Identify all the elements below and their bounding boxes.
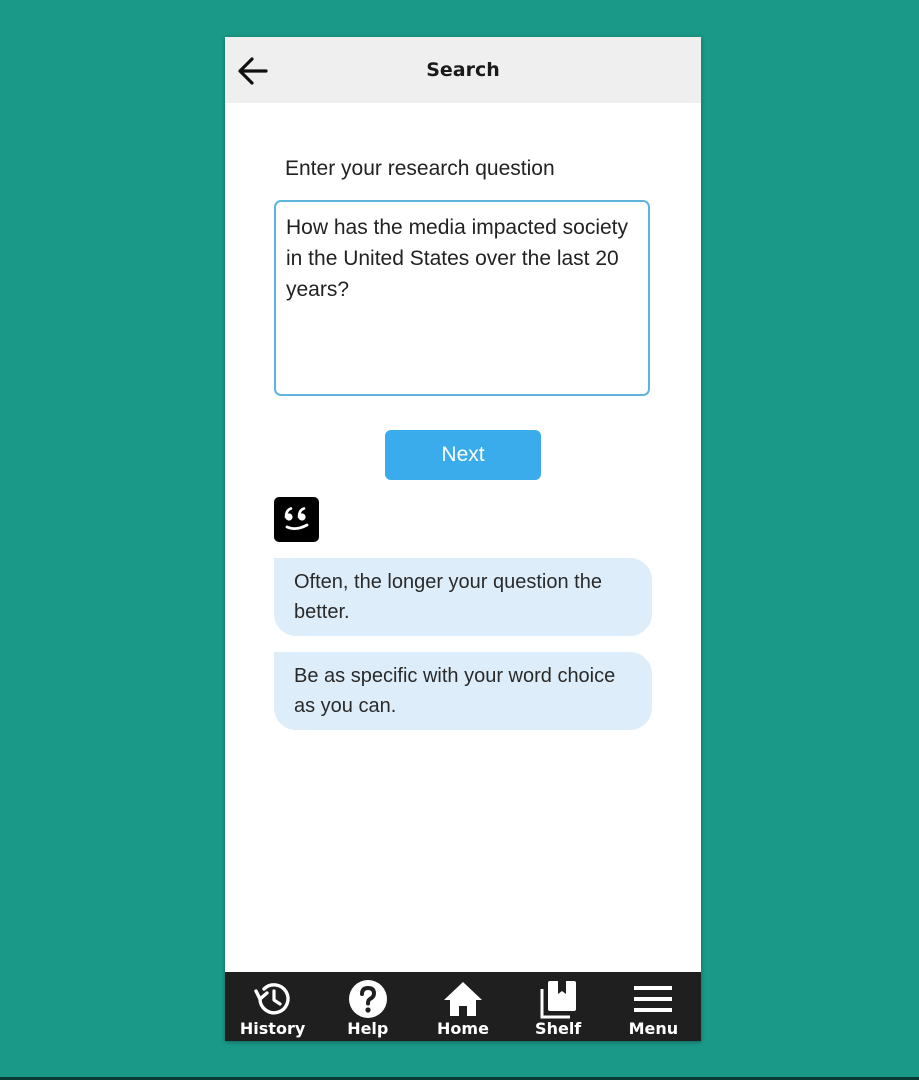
page-title: Search: [426, 59, 500, 81]
tip-message: Be as specific with your word choice as …: [274, 652, 652, 730]
nav-item-menu[interactable]: Menu: [606, 972, 701, 1041]
nav-label: History: [239, 1019, 306, 1038]
phone-screen: Search Enter your research question How …: [225, 37, 701, 1041]
nav-item-history[interactable]: History: [225, 972, 320, 1041]
help-icon: [348, 980, 387, 1018]
shelf-icon: [540, 981, 577, 1019]
app-header: Search: [225, 37, 701, 103]
history-icon: [253, 983, 290, 1015]
nav-label: Menu: [628, 1019, 679, 1038]
question-label: Enter your research question: [285, 157, 555, 180]
nav-label: Home: [437, 1019, 489, 1038]
nav-item-shelf[interactable]: Shelf: [511, 972, 606, 1041]
next-button[interactable]: Next: [385, 430, 541, 480]
tip-message: Often, the longer your question the bett…: [274, 558, 652, 636]
nav-label: Shelf: [535, 1019, 582, 1038]
quote-face-icon: [274, 497, 319, 542]
menu-icon: [634, 986, 673, 1012]
nav-label: Help: [347, 1019, 389, 1038]
nav-item-home[interactable]: Home: [415, 972, 510, 1041]
bottom-nav: History Help Home Shelf Menu: [225, 972, 701, 1041]
nav-item-help[interactable]: Help: [320, 972, 415, 1041]
research-question-input[interactable]: How has the media impacted society in th…: [274, 200, 650, 396]
home-icon: [443, 982, 482, 1016]
